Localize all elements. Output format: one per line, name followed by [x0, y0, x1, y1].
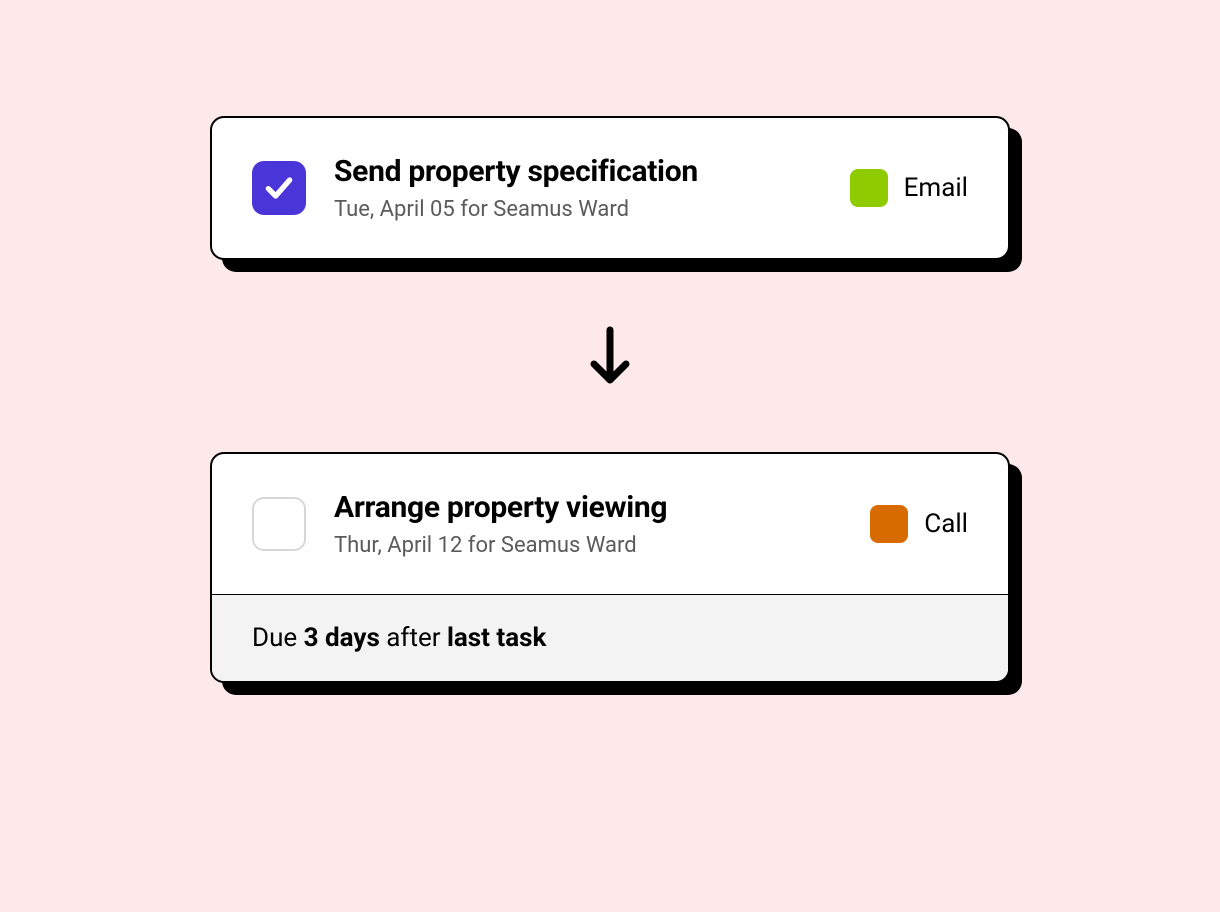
email-swatch: [850, 169, 888, 207]
task1-checkbox[interactable]: [252, 161, 306, 215]
task-card-2-body: Arrange property viewing Thur, April 12 …: [212, 454, 1008, 594]
task2-main: Arrange property viewing Thur, April 12 …: [334, 490, 842, 558]
task2-tag-label: Call: [924, 509, 968, 539]
task1-tag-label: Email: [904, 173, 968, 203]
task-card-1: Send property specification Tue, April 0…: [210, 116, 1010, 260]
due-days: 3 days: [304, 623, 380, 653]
arrow-down-icon: [586, 324, 634, 388]
due-footer: Due 3 days after last task: [212, 594, 1008, 681]
task-card-1-body: Send property specification Tue, April 0…: [212, 118, 1008, 258]
task2-tag: Call: [870, 505, 968, 543]
task1-main: Send property specification Tue, April 0…: [334, 154, 822, 222]
due-mid: after: [380, 623, 447, 653]
check-icon: [263, 172, 295, 204]
task2-checkbox[interactable]: [252, 497, 306, 551]
call-swatch: [870, 505, 908, 543]
task-card-2: Arrange property viewing Thur, April 12 …: [210, 452, 1010, 683]
task1-title: Send property specification: [334, 154, 822, 189]
due-ref: last task: [447, 623, 546, 653]
arrow-down: [586, 324, 634, 388]
task2-subtitle: Thur, April 12 for Seamus Ward: [334, 533, 842, 558]
due-prefix: Due: [252, 623, 304, 653]
task1-tag: Email: [850, 169, 968, 207]
task1-subtitle: Tue, April 05 for Seamus Ward: [334, 197, 822, 222]
task2-title: Arrange property viewing: [334, 490, 842, 525]
